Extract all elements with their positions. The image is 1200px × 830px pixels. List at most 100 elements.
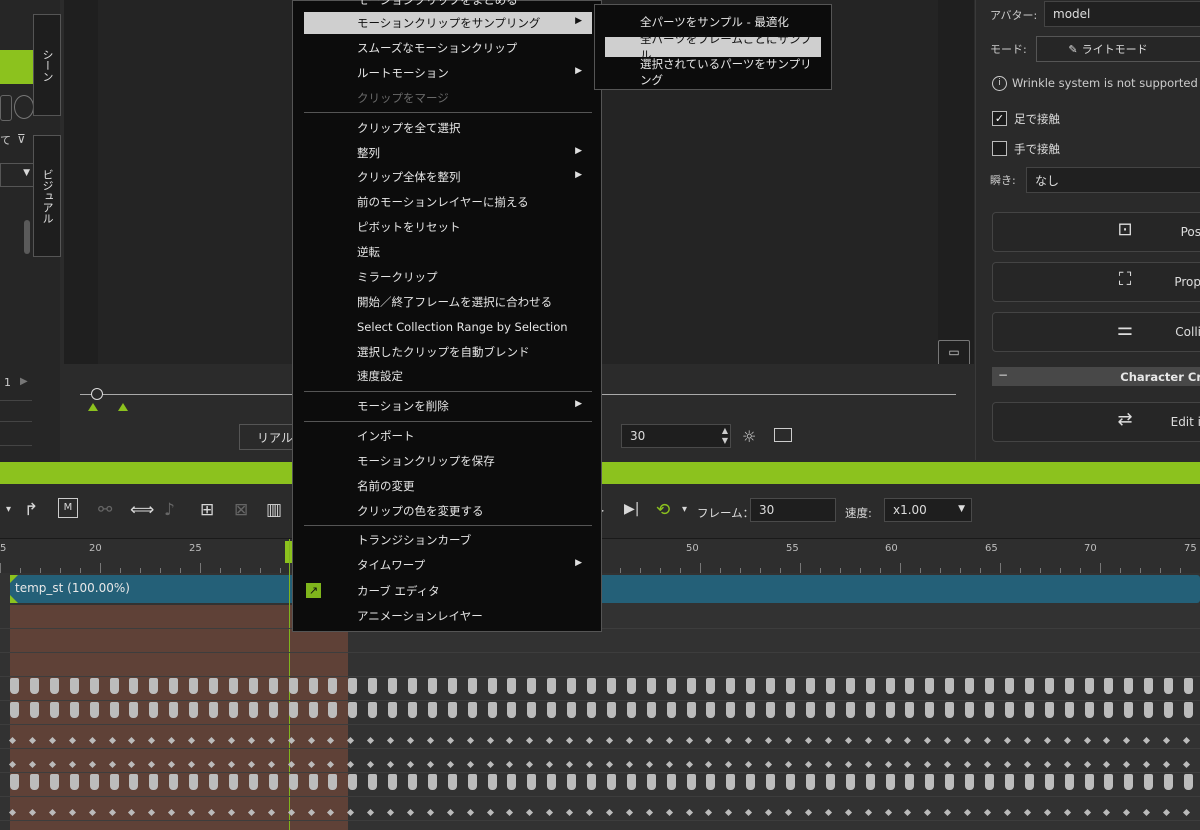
keyframe-dot[interactable] <box>486 808 495 817</box>
keyframe[interactable] <box>766 702 775 718</box>
keyframe[interactable] <box>229 702 238 718</box>
keyframe-dot[interactable] <box>625 760 634 769</box>
keyframe[interactable] <box>846 774 855 790</box>
hand-contact-checkbox[interactable] <box>992 141 1007 156</box>
keyframe[interactable] <box>129 774 138 790</box>
keyframe-dot[interactable] <box>923 760 932 769</box>
keyframe-dot[interactable] <box>406 760 415 769</box>
keyframe[interactable] <box>706 774 715 790</box>
keyframe-dot[interactable] <box>48 808 57 817</box>
keyframe-dot[interactable] <box>1003 760 1012 769</box>
keyframe[interactable] <box>1005 774 1014 790</box>
keyframe[interactable] <box>667 678 676 694</box>
keyframe[interactable] <box>905 774 914 790</box>
keyframe-dot[interactable] <box>704 736 713 745</box>
submenu-item-sample-per-frame[interactable]: 全パーツをフレームごとにサンプル <box>605 32 821 62</box>
keyframe[interactable] <box>488 774 497 790</box>
chevron-down-icon[interactable]: ▾ <box>682 504 687 515</box>
keyframe[interactable] <box>667 774 676 790</box>
keyframe-dot[interactable] <box>88 736 97 745</box>
keyframe[interactable] <box>408 678 417 694</box>
menu-item-time-warp[interactable]: タイムワープ ▶ <box>304 554 592 576</box>
keyframe-dot[interactable] <box>346 808 355 817</box>
keyframe[interactable] <box>1124 774 1133 790</box>
keyframe[interactable] <box>1045 774 1054 790</box>
keyframe-dot[interactable] <box>665 808 674 817</box>
keyframe[interactable] <box>468 678 477 694</box>
keyframe-dot[interactable] <box>307 736 316 745</box>
keyframe[interactable] <box>1144 774 1153 790</box>
keyframe-dot[interactable] <box>903 760 912 769</box>
keyframe-dot[interactable] <box>68 736 77 745</box>
keyframe-dot[interactable] <box>187 736 196 745</box>
keyframe[interactable] <box>607 774 616 790</box>
menu-item-speed-settings[interactable]: 速度設定 <box>304 365 592 387</box>
keyframe[interactable] <box>886 774 895 790</box>
keyframe-dot[interactable] <box>1083 808 1092 817</box>
keyframe[interactable] <box>945 678 954 694</box>
keyframe[interactable] <box>706 678 715 694</box>
keyframe-dot[interactable] <box>267 760 276 769</box>
keyframe[interactable] <box>647 702 656 718</box>
keyframe[interactable] <box>925 702 934 718</box>
keyframe-dot[interactable] <box>505 736 514 745</box>
menu-item-animation-layer[interactable]: アニメーションレイヤー <box>304 605 592 627</box>
edit-button[interactable]: ⇄ Edit i <box>992 402 1200 442</box>
collapse-icon[interactable]: − <box>998 368 1008 382</box>
keyframe-dot[interactable] <box>346 736 355 745</box>
keyframe-dot[interactable] <box>585 760 594 769</box>
keyframe[interactable] <box>1124 678 1133 694</box>
keyframe[interactable] <box>527 678 536 694</box>
keyframe-dot[interactable] <box>88 808 97 817</box>
keyframe-dot[interactable] <box>525 736 534 745</box>
keyframe[interactable] <box>328 678 337 694</box>
keyframe-dot[interactable] <box>426 736 435 745</box>
keyframe[interactable] <box>607 678 616 694</box>
keyframe[interactable] <box>1124 702 1133 718</box>
keyframe-dot[interactable] <box>366 760 375 769</box>
keyframe[interactable] <box>1104 774 1113 790</box>
keyframe[interactable] <box>587 702 596 718</box>
keyframe[interactable] <box>985 702 994 718</box>
keyframe-dot[interactable] <box>8 808 17 817</box>
motion-clip[interactable] <box>10 575 1200 603</box>
keyframe-dot[interactable] <box>1102 760 1111 769</box>
keyframe-dot[interactable] <box>625 736 634 745</box>
keyframe-dot[interactable] <box>1162 760 1171 769</box>
keyframe[interactable] <box>507 702 516 718</box>
keyframe-dot[interactable] <box>386 736 395 745</box>
keyframe[interactable] <box>627 702 636 718</box>
keyframe[interactable] <box>945 702 954 718</box>
keyframe-dot[interactable] <box>585 736 594 745</box>
keyframe-dot[interactable] <box>844 736 853 745</box>
keyframe[interactable] <box>706 702 715 718</box>
keyframe-dot[interactable] <box>545 760 554 769</box>
menu-item-transition-curve[interactable]: トランジションカーブ <box>304 529 592 551</box>
character-creator-section[interactable]: − Character Cr <box>992 367 1200 386</box>
keyframe[interactable] <box>1144 678 1153 694</box>
keyframe-dot[interactable] <box>764 736 773 745</box>
keyframe[interactable] <box>388 774 397 790</box>
keyframe-dot[interactable] <box>1142 808 1151 817</box>
keyframe-dot[interactable] <box>207 808 216 817</box>
keyframe[interactable] <box>110 678 119 694</box>
keyframe[interactable] <box>30 702 39 718</box>
keyframe-dot[interactable] <box>1142 736 1151 745</box>
keyframe[interactable] <box>1104 702 1113 718</box>
keyframe[interactable] <box>309 678 318 694</box>
chevron-down-icon[interactable]: ▾ <box>6 504 11 515</box>
keyframe-dot[interactable] <box>724 808 733 817</box>
keyframe-dot[interactable] <box>167 808 176 817</box>
keyframe-dot[interactable] <box>346 760 355 769</box>
keyframe[interactable] <box>826 702 835 718</box>
keyframe-dot[interactable] <box>167 736 176 745</box>
keyframe-dot[interactable] <box>108 808 117 817</box>
keyframe[interactable] <box>567 702 576 718</box>
loop-icon[interactable]: ⟲ <box>656 500 670 520</box>
keyframe[interactable] <box>189 678 198 694</box>
keyframe[interactable] <box>348 702 357 718</box>
add-track-icon[interactable]: ⊞ <box>200 500 214 520</box>
keyframe[interactable] <box>886 678 895 694</box>
keyframe[interactable] <box>1005 678 1014 694</box>
menu-item-align[interactable]: 整列 ▶ <box>304 142 592 164</box>
